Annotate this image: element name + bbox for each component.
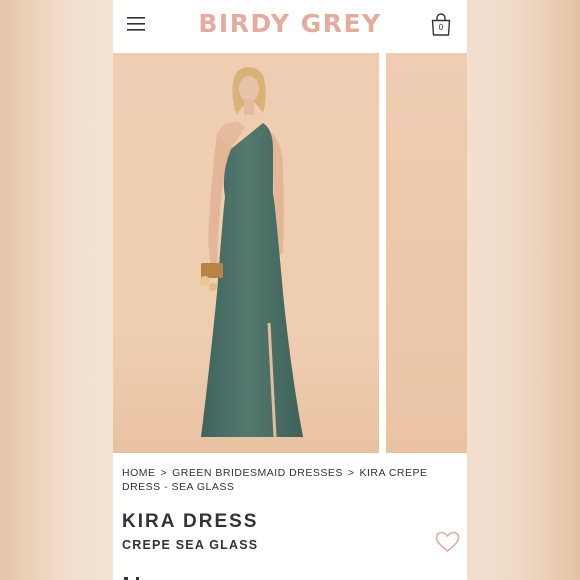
brand-logo[interactable]: BIRDY GREY (113, 9, 467, 38)
product-photo-main[interactable] (113, 53, 379, 453)
shopping-bag-icon[interactable]: 0 (430, 12, 452, 37)
bag-count: 0 (438, 23, 444, 32)
product-page: BIRDY GREY 0 HOME > GREEN BRIDESMAID DRE… (113, 0, 467, 580)
product-variant: CREPE SEA GLASS (122, 538, 259, 552)
breadcrumb-green-bridesmaid-dresses[interactable]: GREEN BRIDESMAID DRESSES (172, 467, 343, 479)
breadcrumb-separator: > (160, 467, 168, 479)
product-title: KIRA DRESS (122, 511, 259, 532)
product-gallery[interactable] (113, 53, 467, 453)
product-photo-next[interactable] (386, 53, 467, 453)
breadcrumb-home[interactable]: HOME (122, 467, 156, 479)
top-bar: BIRDY GREY 0 (113, 0, 467, 52)
rating-stars-peek (124, 577, 139, 580)
heart-icon[interactable] (435, 531, 460, 553)
breadcrumb-separator: > (347, 467, 355, 479)
breadcrumb: HOME > GREEN BRIDESMAID DRESSES > KIRA CREPE… (122, 466, 458, 494)
